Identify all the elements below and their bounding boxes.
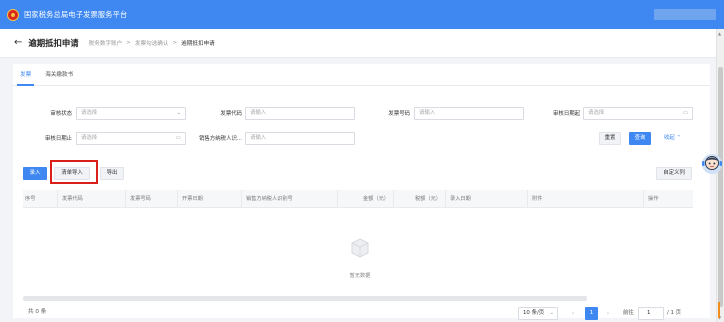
scroll-up-icon[interactable]: ▲: [718, 31, 721, 36]
calendar-icon: ▭: [682, 110, 688, 116]
horizontal-scrollbar[interactable]: [23, 296, 587, 301]
review-status-placeholder: 请选择: [81, 110, 98, 116]
page-size-value: 10 条/页: [523, 310, 545, 316]
page-header: ← 逾期抵扣申请 税务数字账户 > 发票勾选确认 > 逾期抵扣申请: [0, 29, 716, 58]
column-header: 附件: [527, 190, 643, 208]
review-date-to-picker[interactable]: 请选择 ▭: [76, 132, 186, 145]
tab-bar: 发票 海关缴款书: [13, 64, 710, 86]
prev-page-icon[interactable]: ‹: [568, 307, 578, 320]
platform-header: 国家税务总局电子发票服务平台: [0, 0, 724, 29]
highlight-box: [50, 160, 98, 184]
column-header: 金额（元）: [337, 190, 393, 208]
column-header: 操作: [643, 190, 693, 208]
review-date-from-placeholder: 请选择: [588, 110, 605, 116]
invoice-number-label: 发票号码: [388, 111, 410, 117]
query-button[interactable]: 查询: [629, 132, 651, 145]
tab-customs-payment[interactable]: 海关缴款书: [38, 64, 80, 85]
invoice-number-input[interactable]: 请输入: [414, 107, 524, 120]
total-pages: / 1 页: [667, 310, 682, 316]
empty-box-icon: [351, 238, 369, 258]
column-header: 销售方纳税人识别号: [241, 190, 337, 208]
user-info[interactable]: [654, 9, 716, 20]
chevron-down-icon: ⌄: [549, 310, 554, 316]
breadcrumb-separator: >: [126, 40, 131, 46]
invoice-code-input[interactable]: 请输入: [245, 107, 355, 120]
review-status-select[interactable]: 请选择 ⌄: [76, 107, 186, 120]
enter-button[interactable]: 录入: [23, 167, 47, 180]
assistant-avatar-icon[interactable]: [700, 152, 724, 176]
back-arrow-icon[interactable]: ←: [14, 38, 22, 48]
scrollbar-thumb[interactable]: [718, 67, 723, 307]
reset-button[interactable]: 重置: [599, 132, 621, 145]
review-date-to-label: 审核日期止: [45, 136, 72, 142]
seller-taxid-input[interactable]: 请输入: [245, 132, 355, 145]
breadcrumb: 税务数字账户 > 发票勾选确认 > 逾期抵扣申请: [89, 39, 215, 47]
review-date-from-picker[interactable]: 请选择 ▭: [583, 107, 693, 120]
invoice-code-label: 发票代码: [220, 111, 242, 117]
empty-text: 暂无数据: [349, 273, 371, 279]
page-title: 逾期抵扣申请: [28, 38, 79, 48]
jump-page-input[interactable]: 1: [638, 307, 664, 320]
chevron-up-icon: ⌃: [676, 135, 682, 141]
chevron-down-icon: ⌄: [176, 110, 181, 116]
column-header: 发票号码: [125, 190, 177, 208]
platform-title: 国家税务总局电子发票服务平台: [24, 9, 128, 19]
column-header: 开票日期: [177, 190, 241, 208]
breadcrumb-current: 逾期抵扣申请: [181, 41, 215, 47]
seller-taxid-label: 销售方纳税人识...: [199, 136, 242, 142]
calendar-icon: ▭: [175, 135, 181, 141]
tax-emblem-icon: [7, 8, 19, 21]
tab-invoice[interactable]: 发票: [13, 64, 38, 86]
invoice-code-placeholder: 请输入: [250, 110, 267, 116]
review-date-to-placeholder: 请选择: [81, 135, 98, 141]
breadcrumb-item[interactable]: 税务数字账户: [89, 39, 123, 47]
next-page-icon[interactable]: ›: [603, 307, 613, 320]
column-header: 录入日期: [445, 190, 527, 208]
seller-taxid-placeholder: 请输入: [250, 135, 267, 141]
collapse-button[interactable]: 收起 ⌃: [664, 132, 681, 145]
column-header: 税额（元）: [393, 190, 445, 208]
page-number-current[interactable]: 1: [585, 307, 598, 320]
column-header: 序号: [25, 196, 36, 202]
jump-label: 前往: [623, 310, 634, 316]
custom-columns-button[interactable]: 自定义列: [656, 167, 692, 180]
breadcrumb-separator: >: [172, 40, 178, 46]
breadcrumb-item[interactable]: 发票勾选确认: [135, 39, 169, 47]
column-header: 发票代码: [57, 190, 125, 208]
page-size-select[interactable]: 10 条/页 ⌄: [518, 307, 558, 320]
review-status-label: 审核状态: [50, 111, 72, 117]
invoice-number-placeholder: 请输入: [419, 110, 436, 116]
review-date-from-label: 审核日期起: [553, 111, 580, 117]
export-button[interactable]: 导出: [100, 167, 124, 180]
total-count: 共 0 条: [28, 309, 47, 315]
side-indicator: [718, 302, 720, 318]
collapse-label: 收起: [664, 135, 675, 141]
table-header: 序号 发票代码 发票号码 开票日期 销售方纳税人识别号 金额（元） 税额（元） …: [23, 190, 693, 208]
